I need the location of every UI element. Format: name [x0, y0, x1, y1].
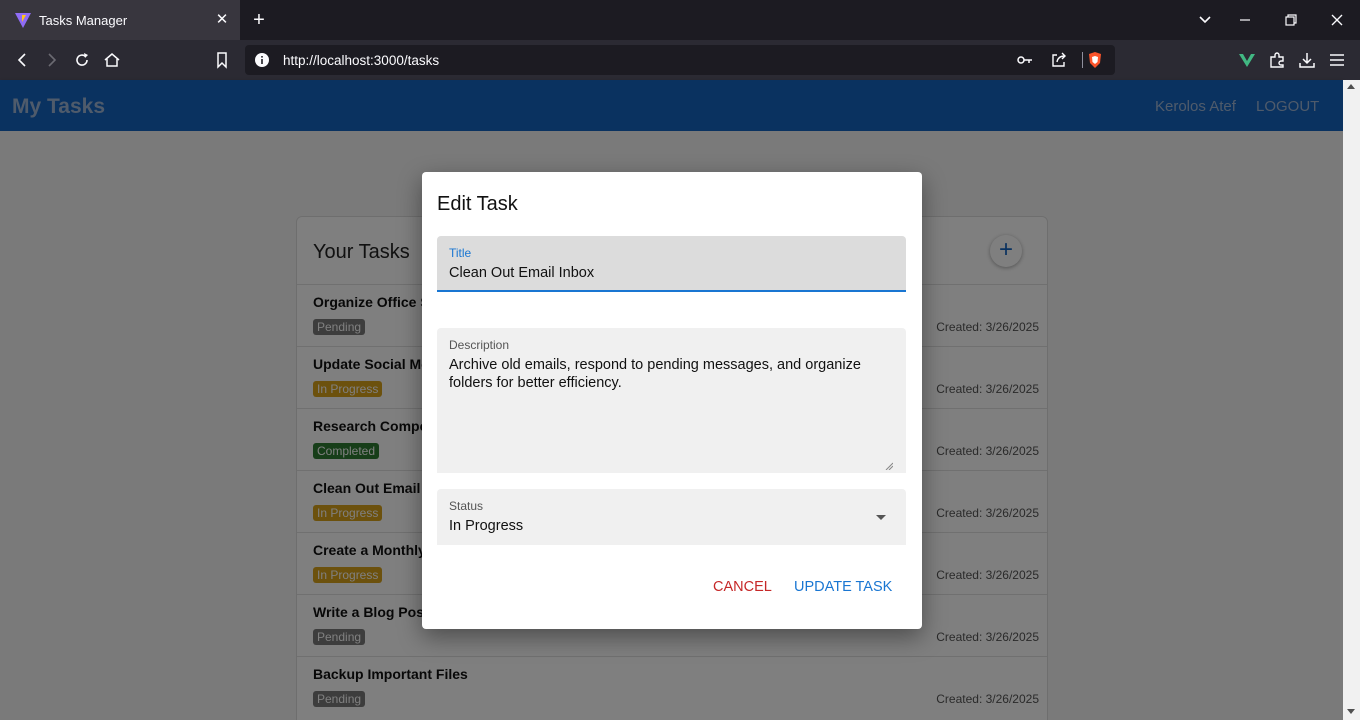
title-field-value[interactable]: Clean Out Email Inbox [449, 265, 594, 281]
title-field[interactable]: Title Clean Out Email Inbox [437, 236, 906, 292]
reload-icon[interactable] [72, 50, 92, 70]
brave-shields-icon[interactable] [1086, 51, 1104, 69]
url-bar[interactable]: http://localhost:3000/tasks [245, 45, 1115, 75]
resize-handle-icon[interactable] [885, 462, 893, 470]
vite-favicon-icon [15, 13, 31, 28]
scroll-down-icon[interactable] [1347, 709, 1355, 714]
close-window-icon[interactable] [1327, 10, 1347, 30]
forward-icon[interactable] [42, 50, 62, 70]
browser-tab[interactable]: Tasks Manager ✕ [0, 0, 240, 40]
page-scrollbar[interactable] [1343, 80, 1360, 720]
url-text: http://localhost:3000/tasks [283, 53, 440, 68]
dialog-title: Edit Task [437, 193, 518, 215]
description-field-label: Description [449, 338, 510, 352]
url-bar-separator [1082, 52, 1083, 68]
share-icon[interactable] [1050, 51, 1068, 69]
dropdown-caret-icon[interactable] [876, 515, 886, 520]
key-icon[interactable] [1016, 51, 1034, 69]
browser-tab-bar: Tasks Manager ✕ + [0, 0, 1360, 40]
download-icon[interactable] [1297, 50, 1317, 70]
restore-icon[interactable] [1281, 10, 1301, 30]
menu-icon[interactable] [1327, 50, 1347, 70]
vue-devtools-icon[interactable] [1237, 50, 1257, 70]
status-field-value[interactable]: In Progress [449, 518, 523, 534]
new-tab-icon[interactable]: + [248, 9, 270, 31]
description-field-value[interactable]: Archive old emails, respond to pending m… [449, 356, 889, 392]
cancel-button[interactable]: CANCEL [713, 579, 772, 595]
edit-task-dialog: Edit Task Title Clean Out Email Inbox De… [422, 172, 922, 629]
scroll-up-icon[interactable] [1347, 84, 1355, 89]
bookmark-icon[interactable] [212, 50, 232, 70]
home-icon[interactable] [102, 50, 122, 70]
extensions-icon[interactable] [1267, 50, 1287, 70]
status-select[interactable]: Status In Progress [437, 489, 906, 545]
status-field-label: Status [449, 499, 484, 513]
tab-close-icon[interactable]: ✕ [212, 10, 232, 30]
update-task-button[interactable]: UPDATE TASK [794, 579, 892, 595]
title-field-label: Title [449, 246, 472, 260]
minimize-icon[interactable] [1235, 10, 1255, 30]
site-info-icon[interactable] [254, 52, 270, 68]
tab-title: Tasks Manager [39, 13, 128, 28]
description-field[interactable]: Description Archive old emails, respond … [437, 328, 906, 473]
tab-list-chevron-icon[interactable] [1195, 10, 1215, 30]
back-icon[interactable] [12, 50, 32, 70]
